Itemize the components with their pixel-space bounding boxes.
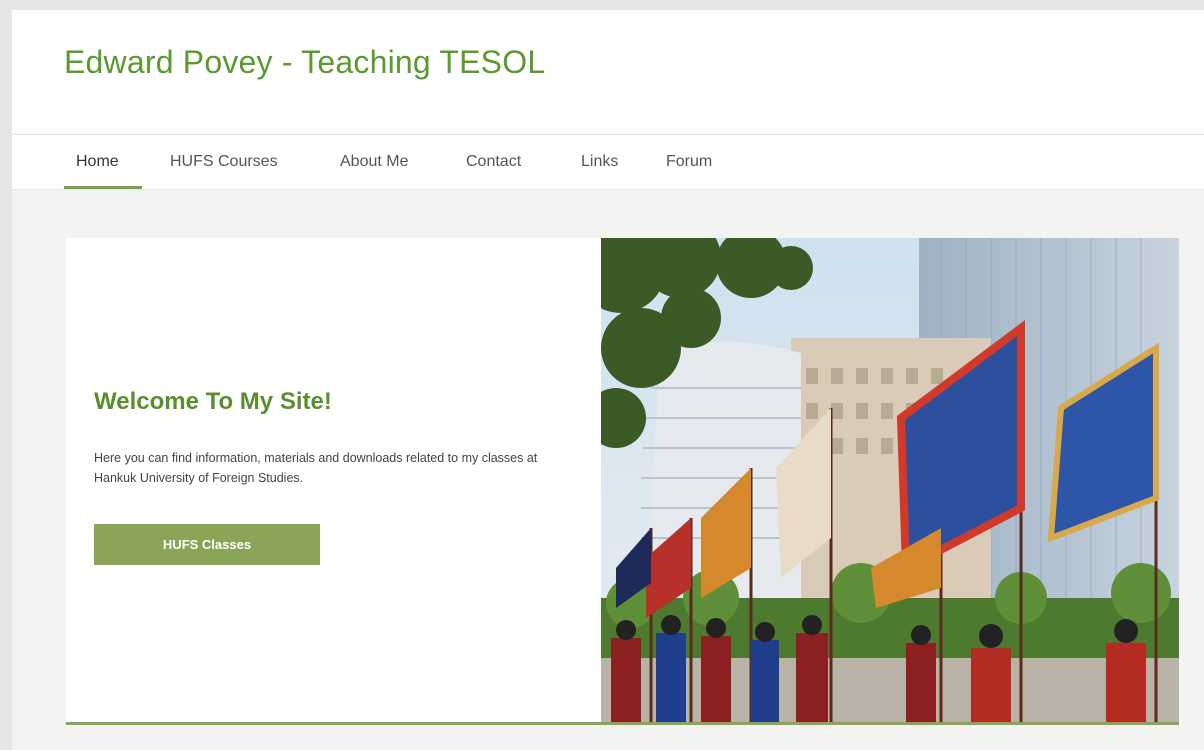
page: Edward Povey - Teaching TESOL Home HUFS …	[12, 10, 1204, 750]
active-nav-indicator	[64, 186, 142, 189]
site-header: Edward Povey - Teaching TESOL	[12, 10, 1204, 135]
main-nav: Home HUFS Courses About Me Contact Links…	[12, 135, 1204, 190]
parade-flags-photo	[601, 238, 1179, 722]
hero-text-panel: Welcome To My Site! Here you can find in…	[66, 238, 601, 722]
hero-photo	[601, 238, 1179, 722]
hufs-classes-button[interactable]: HUFS Classes	[94, 524, 320, 565]
nav-item-contact[interactable]: Contact	[466, 153, 521, 171]
nav-item-forum[interactable]: Forum	[666, 153, 712, 171]
nav-item-about-me[interactable]: About Me	[340, 153, 408, 171]
nav-item-hufs-courses[interactable]: HUFS Courses	[170, 153, 278, 171]
nav-item-home[interactable]: Home	[76, 153, 119, 171]
hero-heading: Welcome To My Site!	[94, 388, 332, 415]
nav-item-links[interactable]: Links	[581, 153, 618, 171]
hero-description: Here you can find information, materials…	[94, 451, 538, 485]
hero-section: Welcome To My Site! Here you can find in…	[66, 238, 1179, 725]
site-title[interactable]: Edward Povey - Teaching TESOL	[64, 44, 545, 81]
